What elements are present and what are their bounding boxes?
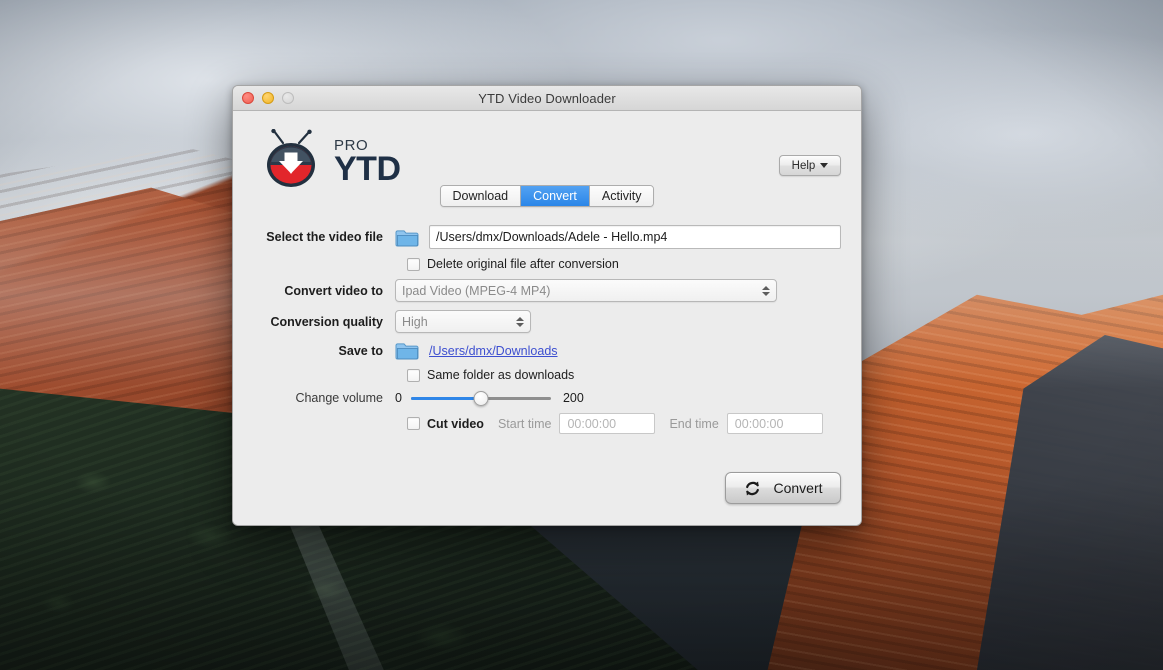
convert-button-label: Convert — [773, 480, 823, 496]
caret-down-icon — [820, 163, 829, 168]
convert-to-row: Convert video to Ipad Video (MPEG-4 MP4) — [253, 279, 841, 302]
end-time-label: End time — [669, 416, 719, 431]
app-logo-name: YTD — [334, 149, 401, 188]
volume-slider-thumb[interactable] — [473, 390, 489, 406]
convert-to-value: Ipad Video (MPEG-4 MP4) — [402, 283, 551, 298]
delete-original-checkbox[interactable] — [407, 257, 420, 271]
volume-label: Change volume — [295, 391, 383, 405]
convert-to-select[interactable]: Ipad Video (MPEG-4 MP4) — [395, 279, 777, 302]
cut-video-label: Cut video — [427, 416, 484, 431]
volume-min-value: 0 — [395, 391, 402, 405]
same-folder-checkbox[interactable] — [407, 368, 420, 382]
cut-video-checkbox[interactable] — [407, 417, 420, 430]
folder-icon[interactable] — [395, 341, 420, 360]
same-folder-label: Same folder as downloads — [427, 368, 575, 382]
stepper-up-down-icon — [762, 285, 770, 296]
select-file-input[interactable]: /Users/dmx/Downloads/Adele - Hello.mp4 — [429, 225, 841, 249]
app-logo-text: PRO YTD — [334, 138, 401, 189]
select-file-label: Select the video file — [266, 230, 383, 244]
start-time-input[interactable]: 00:00:00 — [559, 413, 656, 434]
save-to-path-link[interactable]: /Users/dmx/Downloads — [429, 344, 558, 358]
convert-to-label: Convert video to — [284, 283, 383, 298]
stepper-up-down-icon — [516, 316, 524, 327]
ytd-app-window: YTD Video Downloader PRO YTD Help Downlo… — [232, 85, 862, 526]
quality-select[interactable]: High — [395, 310, 531, 333]
end-time-input[interactable]: 00:00:00 — [726, 413, 823, 434]
convert-arrows-icon — [746, 480, 760, 496]
traffic-light-group — [233, 92, 294, 104]
save-to-row: Save to /Users/dmx/Downloads — [253, 341, 841, 360]
app-logo: PRO YTD — [265, 129, 401, 189]
desktop-wallpaper: YTD Video Downloader PRO YTD Help Downlo… — [0, 0, 1163, 670]
ytd-tv-download-logo-icon — [267, 129, 315, 187]
volume-slider[interactable] — [410, 390, 551, 406]
quality-label: Conversion quality — [270, 314, 383, 329]
quality-value: High — [402, 314, 428, 329]
delete-original-label: Delete original file after conversion — [427, 257, 619, 271]
help-button[interactable]: Help — [779, 155, 841, 176]
delete-original-row: Delete original file after conversion — [407, 257, 841, 271]
window-title: YTD Video Downloader — [478, 90, 616, 106]
save-to-label: Save to — [338, 343, 383, 358]
tab-convert[interactable]: Convert — [521, 186, 590, 206]
select-file-value: /Users/dmx/Downloads/Adele - Hello.mp4 — [436, 230, 668, 244]
volume-slider-fill — [410, 396, 481, 400]
folder-icon[interactable] — [395, 228, 420, 247]
window-body: PRO YTD Help Download Convert Activity S… — [233, 111, 861, 525]
select-file-row: Select the video file /Users/dmx/Downloa… — [253, 225, 841, 249]
convert-button[interactable]: Convert — [725, 472, 841, 504]
close-button-icon[interactable] — [242, 92, 254, 104]
help-button-label: Help — [791, 159, 816, 172]
same-folder-row: Same folder as downloads — [407, 368, 841, 382]
quality-row: Conversion quality High — [253, 310, 841, 333]
minimize-button-icon[interactable] — [262, 92, 274, 104]
start-time-value: 00:00:00 — [567, 416, 617, 431]
volume-max-value: 200 — [562, 391, 584, 405]
end-time-value: 00:00:00 — [734, 416, 784, 431]
convert-form: Select the video file /Users/dmx/Downloa… — [233, 207, 861, 434]
zoom-button-icon[interactable] — [282, 92, 294, 104]
volume-row: Change volume 0 200 — [253, 390, 841, 406]
window-titlebar[interactable]: YTD Video Downloader — [233, 86, 861, 111]
start-time-label: Start time — [497, 416, 552, 431]
tab-activity[interactable]: Activity — [589, 186, 654, 206]
tab-download[interactable]: Download — [440, 186, 522, 206]
cut-video-row: Cut video Start time 00:00:00 End time 0… — [407, 413, 841, 434]
app-header: PRO YTD Help — [233, 111, 861, 189]
